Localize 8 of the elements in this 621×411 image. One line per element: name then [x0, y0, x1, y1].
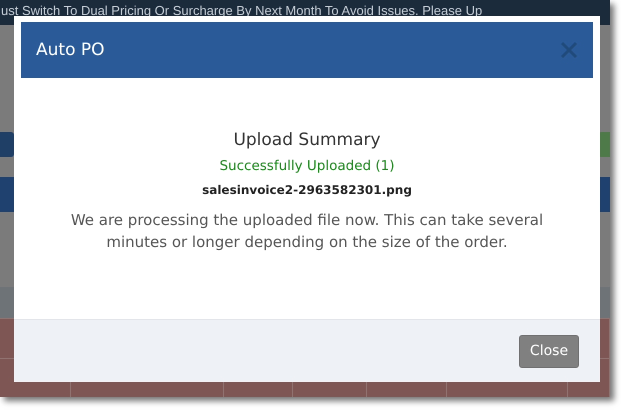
summary-heading: Upload Summary: [233, 130, 381, 150]
close-icon[interactable]: [560, 41, 578, 59]
close-button[interactable]: Close: [519, 334, 579, 368]
upload-status: Successfully Uploaded (1): [219, 158, 395, 174]
dialog-title: Auto PO: [36, 40, 105, 60]
processing-message: We are processing the uploaded file now. This can take several minutes or longer depending on the size of the order.: [70, 210, 544, 253]
page-button[interactable]: [0, 132, 14, 157]
file-name: salesinvoice2-2963582301.png: [202, 183, 412, 197]
